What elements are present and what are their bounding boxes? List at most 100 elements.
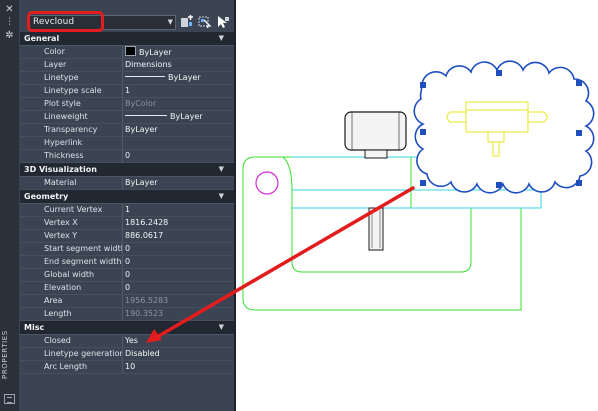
property-value[interactable]: Dimensions bbox=[125, 59, 233, 71]
properties-palette: ✕ ⫶ ✲ PROPERTIES Revcloud ▼ General ▼ Co… bbox=[0, 0, 236, 411]
property-label: Vertex Y bbox=[20, 230, 123, 242]
property-value[interactable]: 0 bbox=[125, 256, 233, 268]
property-row-thickness[interactable]: Thickness 0 bbox=[20, 150, 234, 163]
palette-title: PROPERTIES bbox=[1, 330, 9, 380]
property-label: Hyperlink bbox=[20, 137, 123, 149]
revcloud-shape[interactable] bbox=[413, 60, 595, 194]
property-value[interactable]: ByLayer bbox=[125, 111, 233, 123]
property-row-area: Area 1956.5283 bbox=[20, 295, 234, 308]
property-row-arc-length[interactable]: Arc Length 10 bbox=[20, 361, 234, 374]
bolt-shape bbox=[344, 111, 407, 251]
property-row-lineweight[interactable]: Lineweight ByLayer bbox=[20, 111, 234, 124]
property-value[interactable]: ByLayer bbox=[125, 177, 233, 189]
palette-titlebar[interactable]: ✕ ⫶ ✲ PROPERTIES bbox=[0, 0, 19, 411]
property-row-plot-style[interactable]: Plot style ByColor bbox=[20, 98, 234, 111]
close-icon[interactable]: ✕ bbox=[0, 4, 19, 15]
category-label: Misc bbox=[24, 323, 45, 332]
property-value[interactable]: 0 bbox=[125, 150, 233, 162]
category-geometry[interactable]: Geometry ▼ bbox=[20, 190, 234, 204]
pin-icon[interactable]: ⫶ bbox=[0, 17, 19, 28]
property-value: 1956.5283 bbox=[125, 296, 169, 305]
property-label: End segment width bbox=[20, 256, 123, 268]
lineweight-preview bbox=[125, 115, 167, 116]
select-objects-icon[interactable] bbox=[198, 15, 212, 29]
property-row-vertex-y[interactable]: Vertex Y 886.0617 bbox=[20, 230, 234, 243]
property-label: Length bbox=[20, 308, 123, 320]
property-label: Arc Length bbox=[20, 361, 123, 373]
property-value[interactable]: Disabled bbox=[125, 348, 233, 360]
property-label: Current Vertex bbox=[20, 204, 123, 216]
highlight-annotation bbox=[27, 11, 104, 32]
property-row-global-width[interactable]: Global width 0 bbox=[20, 269, 234, 282]
property-value[interactable]: ByColor bbox=[125, 98, 233, 110]
property-value[interactable] bbox=[125, 137, 233, 149]
category-misc[interactable]: Misc ▼ bbox=[20, 321, 234, 335]
property-row-linetype-scale[interactable]: Linetype scale 1 bbox=[20, 85, 234, 98]
toggle-pickadd-icon[interactable] bbox=[180, 15, 194, 29]
property-value[interactable]: ByLayer bbox=[125, 72, 233, 84]
property-value[interactable]: ByLayer bbox=[125, 124, 233, 136]
property-label: Global width bbox=[20, 269, 123, 281]
property-label: Plot style bbox=[20, 98, 123, 110]
palette-menu-icon[interactable] bbox=[4, 394, 15, 404]
property-label: Transparency bbox=[20, 124, 123, 136]
property-label: Linetype generation bbox=[20, 348, 123, 360]
property-value-text: ByLayer bbox=[139, 48, 172, 57]
settings-icon[interactable]: ✲ bbox=[0, 30, 19, 41]
property-value[interactable]: 0 bbox=[125, 282, 233, 294]
property-row-material[interactable]: Material ByLayer bbox=[20, 177, 234, 190]
property-row-vertex-x[interactable]: Vertex X 1816.2428 bbox=[20, 217, 234, 230]
collapse-chevron-icon[interactable]: ▼ bbox=[219, 321, 224, 334]
property-row-linetype-generation[interactable]: Linetype generation Disabled bbox=[20, 348, 234, 361]
property-row-current-vertex[interactable]: Current Vertex 1 bbox=[20, 204, 234, 217]
linetype-preview bbox=[125, 76, 165, 77]
property-row-start-segment-width[interactable]: Start segment width 0 bbox=[20, 243, 234, 256]
property-label: Vertex X bbox=[20, 217, 123, 229]
property-value[interactable]: 886.0617 bbox=[125, 230, 233, 242]
property-label: Material bbox=[20, 177, 123, 189]
category-label: 3D Visualization bbox=[24, 165, 97, 174]
property-row-hyperlink[interactable]: Hyperlink bbox=[20, 137, 234, 150]
drawing-canvas[interactable] bbox=[237, 0, 598, 411]
property-value-text: ByLayer bbox=[170, 112, 203, 121]
property-grid: General ▼ Color ByLayer Layer Dimensions… bbox=[20, 32, 234, 374]
category-label: Geometry bbox=[24, 192, 69, 201]
property-label: Area bbox=[20, 295, 123, 307]
property-label: Closed bbox=[20, 335, 123, 347]
property-label: Color bbox=[20, 46, 123, 58]
category-general[interactable]: General ▼ bbox=[20, 32, 234, 46]
color-swatch bbox=[125, 46, 136, 56]
collapse-chevron-icon[interactable]: ▼ bbox=[219, 32, 224, 45]
property-row-closed[interactable]: Closed Yes bbox=[20, 335, 234, 348]
collapse-chevron-icon[interactable]: ▼ bbox=[219, 163, 224, 176]
property-value[interactable]: 0 bbox=[125, 269, 233, 281]
property-label: Lineweight bbox=[20, 111, 123, 123]
property-value-text: ByLayer bbox=[168, 73, 201, 82]
property-label: Linetype bbox=[20, 72, 123, 84]
property-value: 190.3523 bbox=[125, 309, 164, 318]
category-3d-visualization[interactable]: 3D Visualization ▼ bbox=[20, 163, 234, 177]
property-value[interactable]: Yes bbox=[125, 335, 233, 347]
property-label: Thickness bbox=[20, 150, 123, 162]
magenta-circle bbox=[255, 171, 279, 195]
property-value[interactable]: ByLayer bbox=[125, 46, 233, 58]
property-row-elevation[interactable]: Elevation 0 bbox=[20, 282, 234, 295]
property-value[interactable]: 1 bbox=[125, 85, 233, 97]
property-label: Start segment width bbox=[20, 243, 123, 255]
property-row-color[interactable]: Color ByLayer bbox=[20, 46, 234, 59]
property-row-end-segment-width[interactable]: End segment width 0 bbox=[20, 256, 234, 269]
property-row-layer[interactable]: Layer Dimensions bbox=[20, 59, 234, 72]
category-label: General bbox=[24, 34, 60, 43]
dropdown-arrow-icon[interactable]: ▼ bbox=[168, 16, 173, 29]
property-row-linetype[interactable]: Linetype ByLayer bbox=[20, 72, 234, 85]
property-value[interactable]: 10 bbox=[125, 361, 233, 373]
property-value[interactable]: 1 bbox=[125, 204, 233, 216]
property-value[interactable]: 1816.2428 bbox=[125, 217, 233, 229]
property-label: Elevation bbox=[20, 282, 123, 294]
property-row-transparency[interactable]: Transparency ByLayer bbox=[20, 124, 234, 137]
property-value[interactable]: 0 bbox=[125, 243, 233, 255]
property-row-length: Length 190.3523 bbox=[20, 308, 234, 321]
quick-select-icon[interactable] bbox=[216, 15, 230, 29]
property-label: Layer bbox=[20, 59, 123, 71]
collapse-chevron-icon[interactable]: ▼ bbox=[219, 190, 224, 203]
